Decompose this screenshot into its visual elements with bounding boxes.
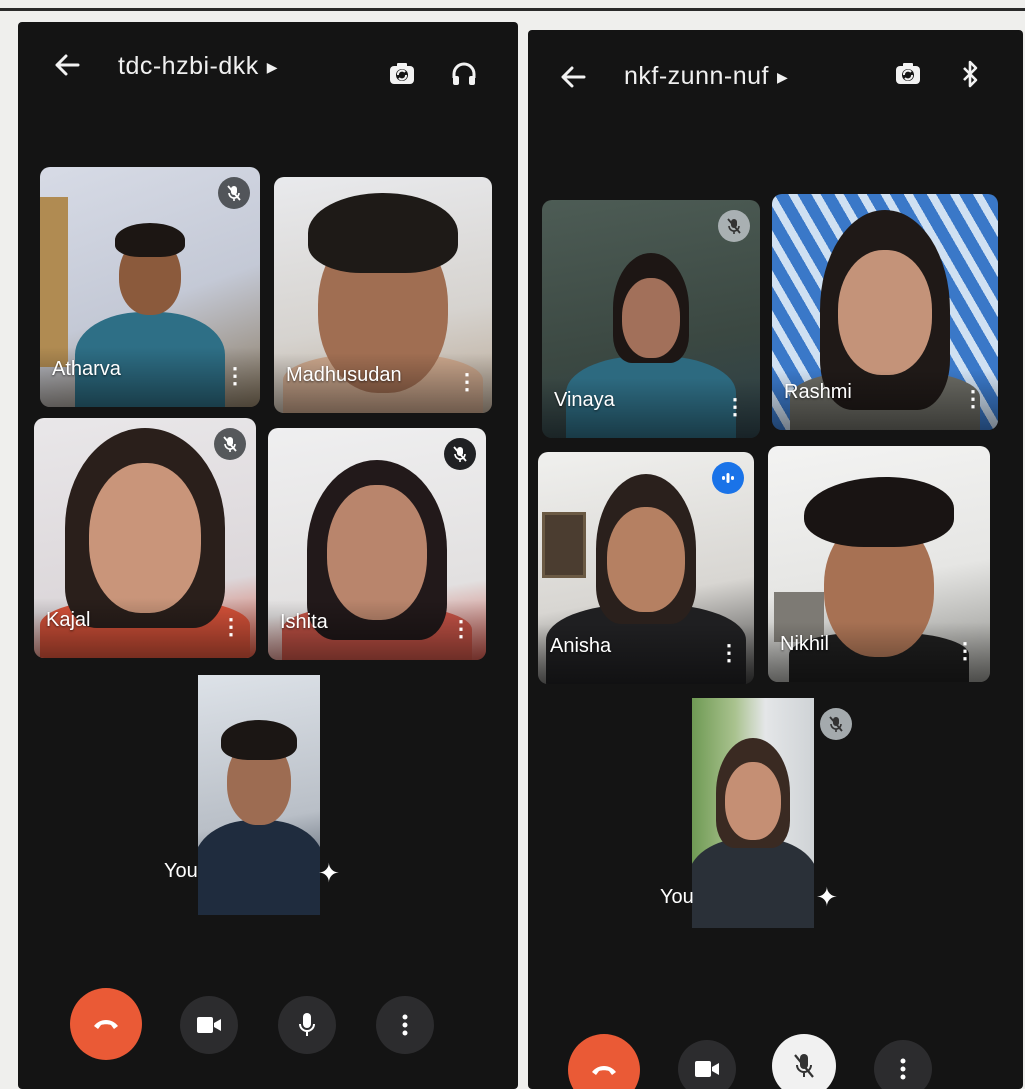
meeting-code[interactable]: tdc-hzbi-dkk ▶ bbox=[118, 52, 278, 81]
end-call-button[interactable] bbox=[70, 988, 142, 1060]
more-vert-icon[interactable]: ⋮ bbox=[450, 618, 472, 640]
participant-tile[interactable]: Kajal ⋮ bbox=[34, 418, 256, 658]
back-arrow-icon[interactable] bbox=[558, 62, 588, 92]
self-view-video[interactable] bbox=[692, 698, 814, 928]
more-options-button[interactable] bbox=[874, 1040, 932, 1089]
participant-name: Anisha bbox=[550, 635, 612, 657]
participant-tile[interactable]: Atharva ⋮ bbox=[40, 167, 260, 407]
camera-toggle-button[interactable] bbox=[180, 996, 238, 1054]
more-vert-icon[interactable]: ⋮ bbox=[224, 365, 246, 387]
phone-screen-right: nkf-zunn-nuf ▶ Vinaya ⋮ Rashmi ⋮ Anisha … bbox=[528, 30, 1023, 1089]
end-call-icon bbox=[592, 1066, 616, 1075]
more-vert-icon[interactable]: ⋮ bbox=[724, 396, 746, 418]
meeting-code-text: tdc-hzbi-dkk bbox=[118, 52, 259, 80]
more-vert-icon[interactable]: ⋮ bbox=[718, 642, 740, 664]
participant-tile[interactable]: Ishita ⋮ bbox=[268, 428, 486, 660]
microphone-toggle-button[interactable] bbox=[278, 996, 336, 1054]
end-call-button[interactable] bbox=[568, 1034, 640, 1089]
meeting-code[interactable]: nkf-zunn-nuf ▶ bbox=[624, 62, 788, 91]
participant-name: Vinaya bbox=[554, 389, 615, 411]
participant-name: Atharva bbox=[52, 358, 121, 380]
more-options-icon bbox=[900, 1058, 906, 1080]
self-muted-mic-icon bbox=[820, 708, 852, 740]
participant-name: Ishita bbox=[280, 611, 328, 633]
door-frame bbox=[40, 197, 68, 367]
more-vert-icon[interactable]: ⋮ bbox=[954, 640, 976, 662]
meeting-code-text: nkf-zunn-nuf bbox=[624, 62, 769, 90]
participant-name: Rashmi bbox=[784, 381, 852, 403]
more-vert-icon[interactable]: ⋮ bbox=[456, 371, 478, 393]
participant-tile[interactable]: Anisha ⋮ bbox=[538, 452, 754, 684]
camera-icon bbox=[695, 1061, 719, 1077]
muted-mic-icon bbox=[218, 177, 250, 209]
participant-tile[interactable]: Nikhil ⋮ bbox=[768, 446, 990, 682]
muted-mic-icon bbox=[444, 438, 476, 470]
bluetooth-icon[interactable] bbox=[956, 58, 984, 90]
phone-screen-left: tdc-hzbi-dkk ▶ Atharva ⋮ Madhusudan ⋮ Ka… bbox=[18, 22, 518, 1089]
more-vert-icon[interactable]: ⋮ bbox=[962, 388, 984, 410]
self-video-person bbox=[198, 675, 320, 915]
caret-right-icon: ▶ bbox=[776, 68, 789, 85]
participant-tile[interactable]: Madhusudan ⋮ bbox=[274, 177, 492, 413]
muted-mic-icon bbox=[214, 428, 246, 460]
switch-camera-icon[interactable] bbox=[386, 58, 418, 90]
caret-right-icon: ▶ bbox=[266, 58, 279, 75]
more-options-icon bbox=[402, 1014, 408, 1036]
microphone-toggle-button[interactable] bbox=[772, 1034, 836, 1089]
participant-name: Nikhil bbox=[780, 633, 829, 655]
more-vert-icon[interactable]: ⋮ bbox=[220, 616, 242, 638]
headphones-icon[interactable] bbox=[448, 58, 480, 90]
participant-tile[interactable]: Vinaya ⋮ bbox=[542, 200, 760, 438]
self-label: You bbox=[660, 886, 694, 908]
self-video-person bbox=[692, 698, 814, 928]
speaking-indicator-icon bbox=[712, 462, 744, 494]
self-view-video[interactable] bbox=[198, 675, 320, 915]
more-options-button[interactable] bbox=[376, 996, 434, 1054]
back-arrow-icon[interactable] bbox=[52, 50, 82, 80]
self-label: You bbox=[164, 860, 198, 882]
effects-sparkle-icon[interactable]: ✦ bbox=[318, 858, 340, 889]
microphone-icon bbox=[299, 1013, 315, 1036]
participant-tile[interactable]: Rashmi ⋮ bbox=[772, 194, 998, 430]
effects-sparkle-icon[interactable]: ✦ bbox=[816, 882, 838, 913]
switch-camera-icon[interactable] bbox=[892, 58, 924, 90]
participant-name: Madhusudan bbox=[286, 364, 402, 386]
end-call-icon bbox=[94, 1020, 118, 1029]
camera-toggle-button[interactable] bbox=[678, 1040, 736, 1089]
page-top-rule bbox=[0, 8, 1025, 11]
microphone-off-icon bbox=[794, 1054, 814, 1078]
participant-name: Kajal bbox=[46, 609, 91, 631]
muted-mic-icon bbox=[718, 210, 750, 242]
camera-icon bbox=[197, 1017, 221, 1033]
